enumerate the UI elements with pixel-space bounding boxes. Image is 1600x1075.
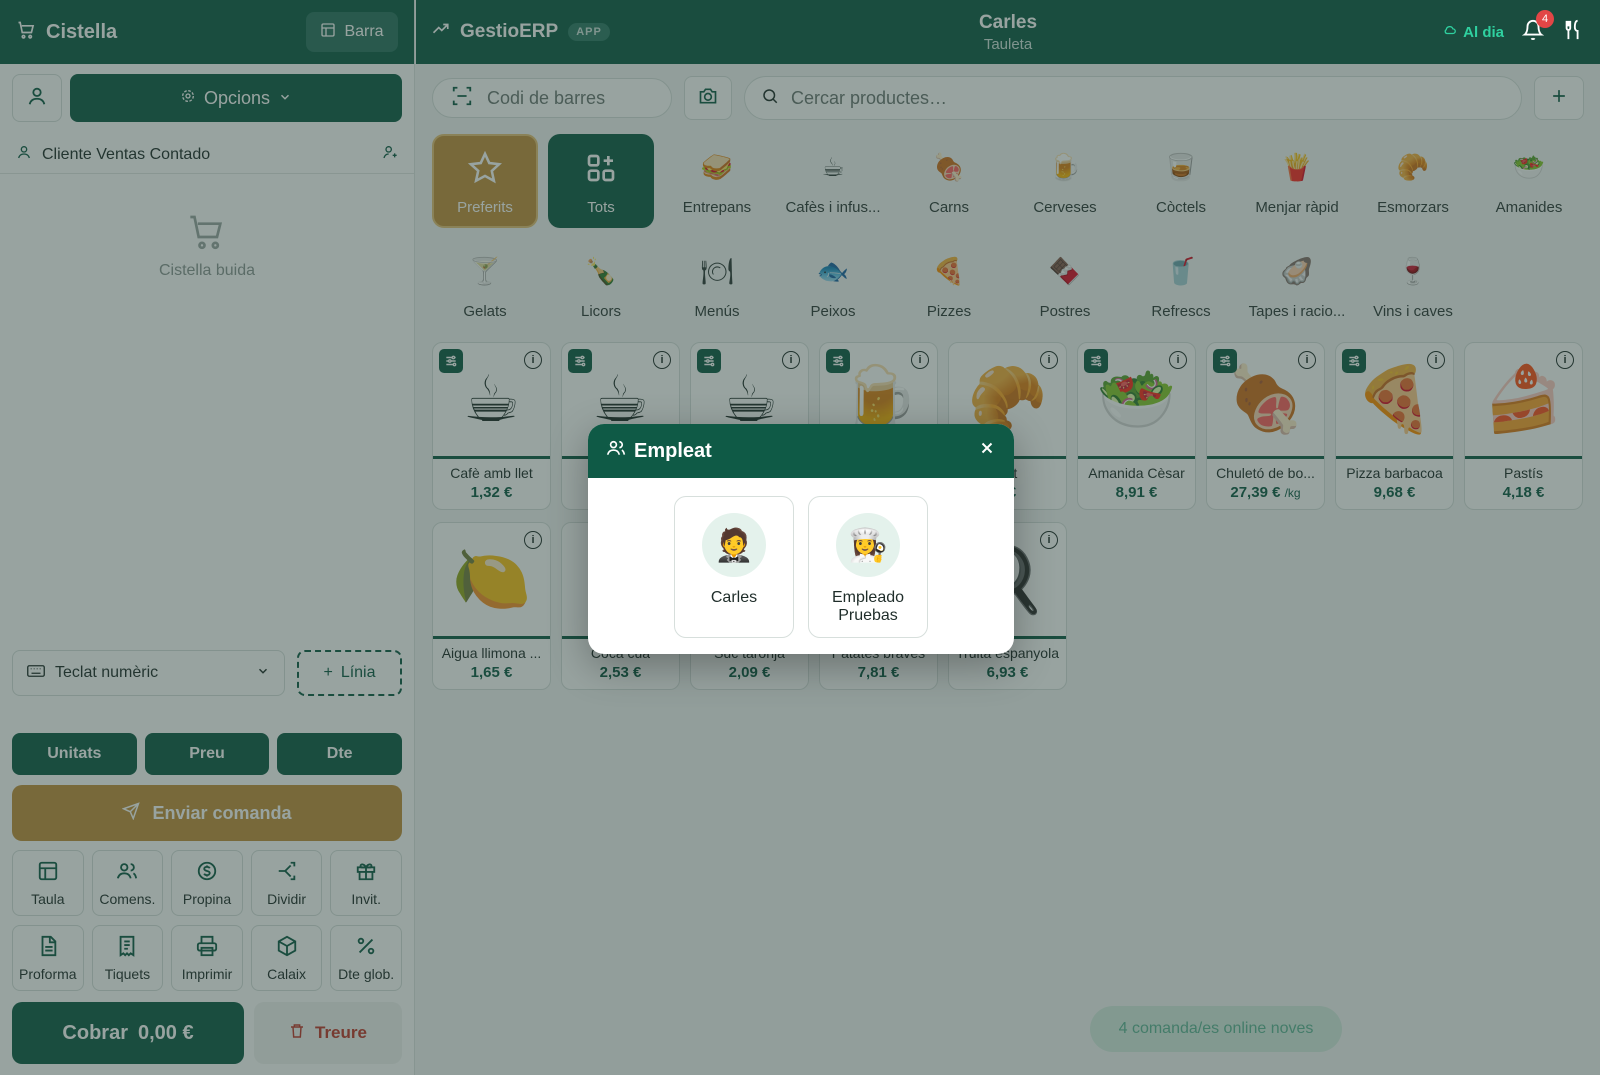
modal-header: Empleat (588, 424, 1014, 478)
users-icon (606, 438, 626, 464)
notification-count: 4 (1536, 9, 1554, 28)
header-actions: Al dia 4 (1443, 9, 1584, 46)
modal-title: Empleat (634, 439, 712, 462)
avatar: 🤵 (702, 513, 766, 577)
employee-name: Carles (710, 589, 758, 606)
avatar: 👩‍🍳 (836, 513, 900, 577)
pos-app: Cistella Barra Opcions Cliente Ventas Co… (0, 0, 1600, 1075)
employee-list: 🤵 Carles 👩‍🍳 Empleado Pruebas (588, 496, 1014, 638)
sync-label: Al dia (1463, 23, 1504, 41)
utensils-icon[interactable] (1562, 19, 1584, 46)
cloud-icon (1443, 23, 1457, 41)
employee-modal: Empleat 🤵 Carles 👩‍🍳 Empleado Pruebas (588, 424, 1014, 654)
close-icon[interactable] (978, 439, 996, 463)
bell-icon (1521, 19, 1545, 45)
sync-status[interactable]: Al dia (1443, 23, 1504, 41)
employee-name: Empleado Pruebas (831, 589, 905, 624)
employee-card[interactable]: 🤵 Carles (674, 496, 794, 638)
notifications-button[interactable]: 4 (1521, 9, 1554, 46)
employee-card[interactable]: 👩‍🍳 Empleado Pruebas (808, 496, 928, 638)
